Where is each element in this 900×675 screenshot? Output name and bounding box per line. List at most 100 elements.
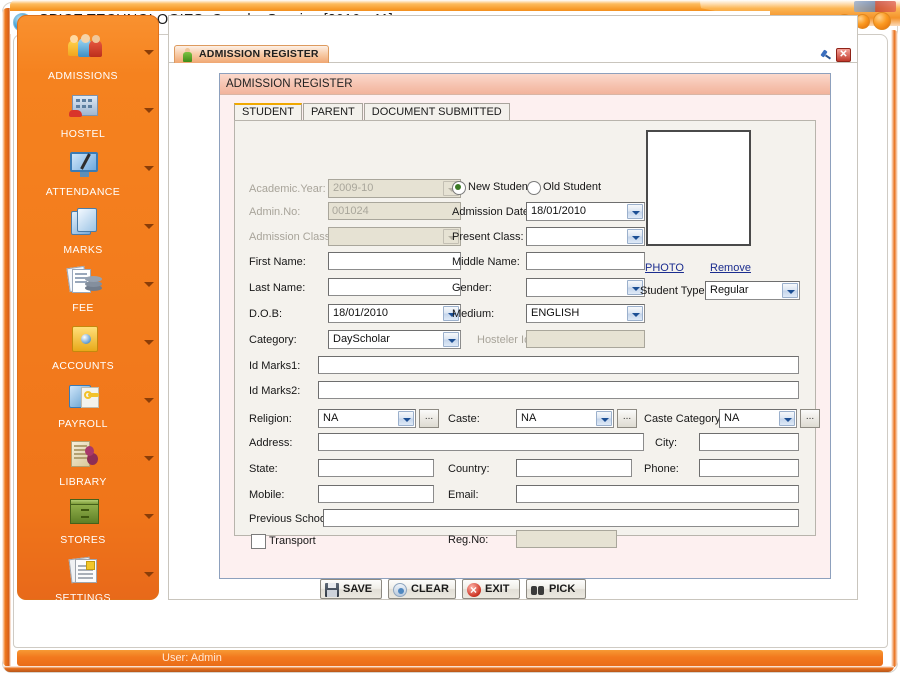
middle-name-input[interactable]	[526, 252, 645, 270]
admission-date-value: 18/01/2010	[531, 205, 586, 217]
caste-select[interactable]: NA	[516, 409, 614, 428]
radio-old-student[interactable]: Old Student	[527, 181, 601, 194]
chevron-down-icon[interactable]	[144, 166, 154, 171]
caste-category-browse-button[interactable]: ...	[800, 409, 820, 428]
chevron-down-icon[interactable]	[627, 229, 643, 244]
exit-button[interactable]: EXIT	[462, 579, 520, 599]
pick-button[interactable]: PICK	[526, 579, 586, 599]
chevron-down-icon[interactable]	[627, 306, 643, 321]
city-input[interactable]	[699, 433, 799, 451]
documents-gear-icon	[66, 556, 104, 590]
sidebar-item-label: FEE	[18, 302, 148, 314]
transport-checkbox[interactable]: Transport	[251, 535, 316, 548]
photo-link[interactable]: PHOTO	[645, 262, 684, 274]
label-present-class: Present Class:	[452, 231, 524, 243]
sidebar-item-fee[interactable]: FEE	[18, 266, 160, 324]
chevron-down-icon[interactable]	[443, 332, 459, 347]
category-select[interactable]: DayScholar	[328, 330, 461, 349]
chevron-down-icon[interactable]	[144, 514, 154, 519]
sidebar-item-payroll[interactable]: PAYROLL	[18, 382, 160, 440]
invoice-coins-icon	[66, 266, 104, 300]
monitor-check-icon	[66, 150, 104, 184]
photo-placeholder[interactable]	[646, 130, 751, 246]
books-icon	[66, 208, 104, 242]
label-academic-year: Academic.Year:	[249, 183, 326, 195]
sidebar-item-attendance[interactable]: ATTENDANCE	[18, 150, 160, 208]
sidebar-item-admissions[interactable]: ADMISSIONS	[18, 34, 160, 92]
label-caste: Caste:	[448, 413, 480, 425]
student-type-select[interactable]: Regular	[705, 281, 800, 300]
last-name-input[interactable]	[328, 278, 461, 296]
religion-browse-button[interactable]: ...	[419, 409, 439, 428]
sidebar-item-settings[interactable]: SETTINGS	[18, 556, 160, 614]
caste-category-select[interactable]: NA	[719, 409, 797, 428]
tab-parent[interactable]: PARENT	[303, 103, 363, 120]
label-category: Category:	[249, 334, 297, 346]
chevron-down-icon[interactable]	[782, 283, 798, 298]
id-marks1-input[interactable]	[318, 356, 799, 374]
mobile-input[interactable]	[318, 485, 434, 503]
state-input[interactable]	[318, 459, 434, 477]
present-class-select[interactable]	[526, 227, 645, 246]
caste-browse-button[interactable]: ...	[617, 409, 637, 428]
document-tab-strip: ADMISSION REGISTER ✕	[168, 45, 858, 63]
label-medium: Medium:	[452, 308, 494, 320]
label-student-type: Student Type:	[640, 285, 708, 297]
close-button[interactable]	[873, 12, 891, 30]
pin-icon[interactable]	[818, 49, 831, 62]
exit-button-label: EXIT	[485, 583, 509, 595]
chevron-down-icon[interactable]	[144, 50, 154, 55]
admin-no-value: 001024	[332, 205, 369, 217]
tab-document-submitted[interactable]: DOCUMENT SUBMITTED	[364, 103, 510, 120]
country-input[interactable]	[516, 459, 632, 477]
sidebar-item-label: MARKS	[18, 244, 148, 256]
medium-select[interactable]: ENGLISH	[526, 304, 645, 323]
label-id-marks2: Id Marks2:	[249, 385, 300, 397]
dob-select[interactable]: 18/01/2010	[328, 304, 461, 323]
chevron-down-icon[interactable]	[144, 282, 154, 287]
gender-select[interactable]	[526, 278, 645, 297]
caste-category-value: NA	[724, 412, 739, 424]
remove-photo-link[interactable]: Remove	[710, 262, 751, 274]
category-value: DayScholar	[333, 333, 390, 345]
sidebar-item-marks[interactable]: MARKS	[18, 208, 160, 266]
first-name-input[interactable]	[328, 252, 461, 270]
email-input[interactable]	[516, 485, 799, 503]
status-user-text: User: Admin	[162, 651, 222, 665]
chevron-down-icon[interactable]	[144, 398, 154, 403]
sidebar-item-label: SETTINGS	[18, 592, 148, 604]
chevron-down-icon[interactable]	[627, 204, 643, 219]
application-window: SPICE TECHNOLOGIES, Ongole. Session [201…	[0, 0, 900, 675]
person-green-icon	[181, 48, 194, 62]
save-button[interactable]: SAVE	[320, 579, 382, 599]
chevron-down-icon[interactable]	[144, 224, 154, 229]
floppy-disk-icon	[325, 583, 339, 597]
tab-student[interactable]: STUDENT	[234, 103, 302, 120]
chevron-down-icon[interactable]	[398, 411, 414, 426]
academic-year-value: 2009-10	[333, 182, 373, 194]
chevron-down-icon[interactable]	[779, 411, 795, 426]
sidebar-item-label: HOSTEL	[18, 128, 148, 140]
id-marks2-input[interactable]	[318, 381, 799, 399]
tab-admission-register[interactable]: ADMISSION REGISTER	[174, 45, 329, 63]
sidebar-item-hostel[interactable]: HOSTEL	[18, 92, 160, 150]
medium-value: ENGLISH	[531, 307, 579, 319]
phone-input[interactable]	[699, 459, 799, 477]
previous-school-input[interactable]	[323, 509, 799, 527]
address-input[interactable]	[318, 433, 644, 451]
label-first-name: First Name:	[249, 256, 306, 268]
clear-button[interactable]: CLEAR	[388, 579, 456, 599]
sidebar-item-accounts[interactable]: ACCOUNTS	[18, 324, 160, 382]
sidebar-item-stores[interactable]: STORES	[18, 498, 160, 556]
chevron-down-icon[interactable]	[144, 456, 154, 461]
chevron-down-icon[interactable]	[144, 108, 154, 113]
chevron-down-icon[interactable]	[144, 340, 154, 345]
chevron-down-icon[interactable]	[144, 572, 154, 577]
sidebar-item-library[interactable]: LIBRARY	[18, 440, 160, 498]
admission-date-select[interactable]: 18/01/2010	[526, 202, 645, 221]
chevron-down-icon[interactable]	[596, 411, 612, 426]
close-icon[interactable]: ✕	[836, 48, 851, 62]
religion-select[interactable]: NA	[318, 409, 416, 428]
radio-new-student[interactable]: New Student	[452, 181, 531, 194]
caste-value: NA	[521, 412, 536, 424]
